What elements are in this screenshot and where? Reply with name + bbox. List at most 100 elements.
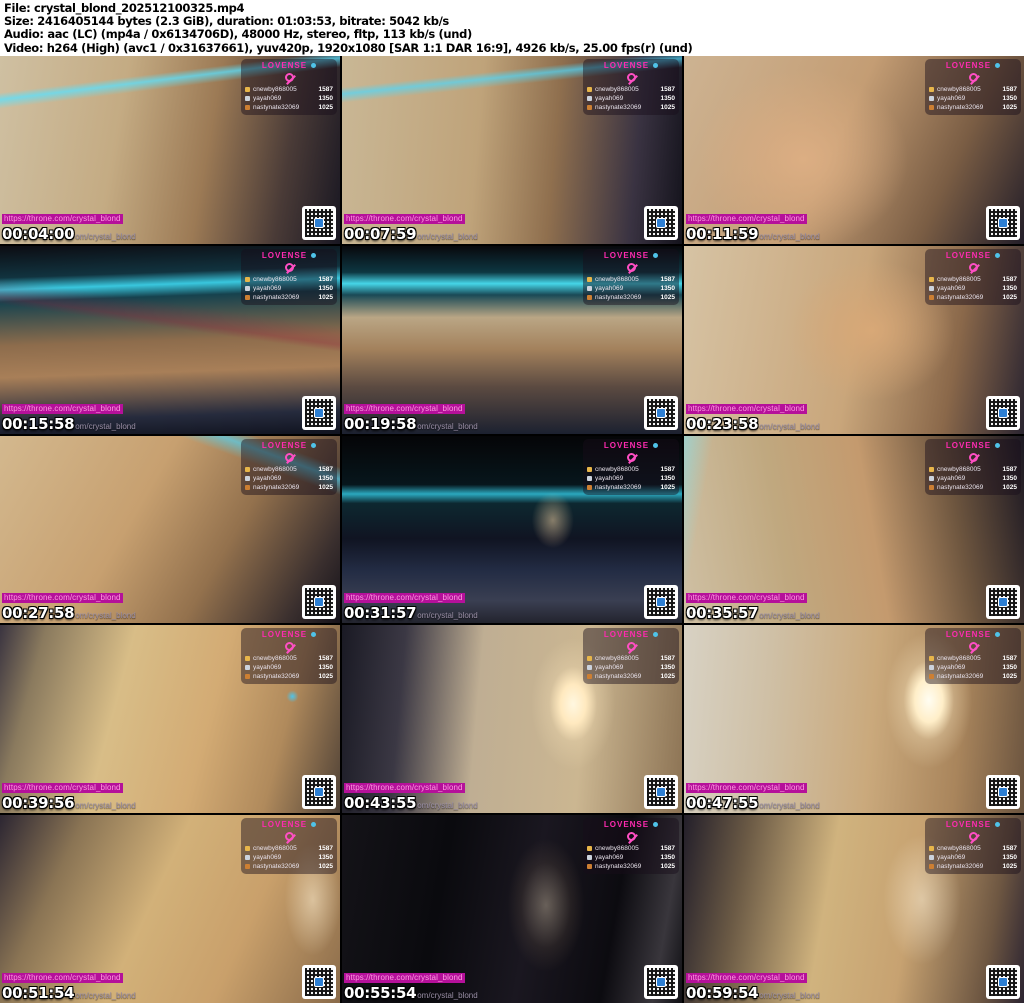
watermark-url: https://throne.com/crystal_blond [686, 593, 807, 604]
tip-amount: 1587 [318, 465, 333, 473]
tip-amount: 1350 [660, 284, 675, 292]
leaderboard-entry: yayah069 1350 [929, 285, 1017, 292]
tipper-name: cnewby868005 [595, 275, 639, 283]
qr-code [986, 395, 1020, 430]
tip-amount: 1587 [1002, 465, 1017, 473]
watermark-partial: om/crystal_blond [75, 991, 136, 1000]
no-sign-icon [968, 452, 978, 462]
tip-amount: 1025 [318, 863, 333, 871]
watermark-partial: om/crystal_blond [417, 421, 478, 431]
qr-code [986, 965, 1020, 999]
frame-timestamp: 00:23:58 [686, 414, 759, 433]
qr-code [644, 585, 678, 620]
watermark-url: https://throne.com/crystal_blond [686, 783, 807, 794]
leaderboard-entry: nastynate32069 1025 [929, 104, 1017, 111]
tipper-name: nastynate32069 [253, 863, 300, 871]
leaderboard-entry: cnewby868005 1587 [587, 655, 675, 662]
tip-amount: 1025 [1002, 673, 1017, 681]
frame-timestamp: 00:31:57 [344, 604, 417, 623]
tip-amount: 1025 [1002, 863, 1017, 871]
tip-amount: 1350 [1002, 854, 1017, 862]
qr-center-logo-icon [998, 407, 1008, 418]
tip-leaderboard: cnewby868005 1587 yayah069 1350 nastynate320… [245, 466, 333, 491]
frame-timestamp: 00:51:54 [2, 984, 75, 1002]
watermark-block: https://throne.com/crystal_blond 00:31:5… [344, 585, 478, 622]
trophy-icon [245, 87, 250, 92]
leaderboard-entry: cnewby868005 1587 [929, 655, 1017, 662]
frame-timestamp: 00:47:55 [686, 794, 759, 813]
qr-center-logo-icon [998, 787, 1008, 798]
watermark-block: https://throne.com/crystal_blond 00:35:5… [686, 585, 820, 622]
tipper-name: nastynate32069 [595, 293, 642, 301]
lovense-logo: LOVENSE [603, 630, 650, 640]
leaderboard-entry: yayah069 1350 [929, 664, 1017, 671]
lovense-logo: LOVENSE [603, 250, 650, 260]
tipper-name: nastynate32069 [253, 483, 300, 491]
lovense-overlay: LOVENSE cnewby868005 1587 yayah069 1350 nast… [241, 818, 337, 875]
trophy-icon [245, 665, 250, 671]
trophy-icon [245, 855, 250, 861]
tip-amount: 1587 [318, 655, 333, 663]
lovense-overlay: LOVENSE cnewby868005 1587 yayah069 1350 nast… [241, 438, 337, 495]
lovense-overlay: LOVENSE cnewby868005 1587 yayah069 1350 nast… [241, 628, 337, 685]
trophy-icon [587, 864, 592, 870]
tipper-name: yayah069 [937, 474, 966, 482]
watermark-partial: om/crystal_blond [75, 231, 136, 241]
lovense-overlay: LOVENSE cnewby868005 1587 yayah069 1350 nast… [583, 248, 679, 305]
lovense-overlay: LOVENSE cnewby868005 1587 yayah069 1350 nast… [925, 59, 1021, 115]
no-sign-icon [626, 262, 636, 272]
tip-amount: 1350 [318, 284, 333, 292]
video-thumbnail: LOVENSE cnewby868005 1587 yayah069 1350 nast… [684, 625, 1024, 814]
leaderboard-entry: nastynate32069 1025 [245, 104, 333, 111]
leaderboard-entry: nastynate32069 1025 [587, 294, 675, 301]
tipper-name: yayah069 [595, 854, 624, 862]
lovense-logo: LOVENSE [603, 820, 650, 830]
tipper-name: yayah069 [253, 854, 282, 862]
trophy-icon [587, 105, 592, 110]
video-thumbnail: LOVENSE cnewby868005 1587 yayah069 1350 nast… [342, 625, 682, 814]
tip-amount: 1587 [660, 275, 675, 283]
tip-amount: 1350 [318, 95, 333, 102]
frame-timestamp: 00:43:55 [344, 794, 417, 813]
qr-center-logo-icon [314, 217, 324, 228]
video-thumbnail: LOVENSE cnewby868005 1587 yayah069 1350 nast… [0, 245, 340, 434]
qr-code [302, 775, 336, 810]
tip-leaderboard: cnewby868005 1587 yayah069 1350 nastynate320… [587, 655, 675, 680]
watermark-partial: om/crystal_blond [759, 231, 820, 241]
video-thumbnail: LOVENSE cnewby868005 1587 yayah069 1350 nast… [0, 625, 340, 814]
lovense-overlay: LOVENSE cnewby868005 1587 yayah069 1350 nast… [925, 248, 1021, 305]
watermark-block: https://throne.com/crystal_blond 00:59:5… [686, 965, 820, 1002]
qr-code [302, 205, 336, 240]
qr-code [644, 965, 678, 999]
trophy-icon [587, 475, 592, 481]
tipper-name: nastynate32069 [595, 863, 642, 871]
frame-timestamp: 00:27:58 [2, 604, 75, 623]
tip-leaderboard: cnewby868005 1587 yayah069 1350 nastynate320… [929, 466, 1017, 491]
watermark-partial: om/crystal_blond [759, 801, 820, 811]
trophy-icon [929, 276, 934, 282]
qr-code [986, 585, 1020, 620]
watermark-url: https://throne.com/crystal_blond [2, 973, 123, 983]
leaderboard-entry: cnewby868005 1587 [929, 276, 1017, 283]
tip-amount: 1025 [660, 104, 675, 111]
trophy-icon [929, 855, 934, 861]
frame-timestamp: 00:19:58 [344, 414, 417, 433]
tip-amount: 1025 [660, 863, 675, 871]
leaderboard-entry: nastynate32069 1025 [929, 294, 1017, 301]
tipper-name: yayah069 [595, 284, 624, 292]
tip-leaderboard: cnewby868005 1587 yayah069 1350 nastynate320… [245, 86, 333, 111]
tip-amount: 1350 [660, 664, 675, 672]
lovense-logo: LOVENSE [603, 440, 650, 450]
trophy-icon [587, 484, 592, 490]
trophy-icon [587, 846, 592, 852]
watermark-block: https://throne.com/crystal_blond 00:47:5… [686, 775, 820, 812]
no-sign-icon [626, 642, 636, 652]
leaderboard-entry: nastynate32069 1025 [245, 294, 333, 301]
frame-timestamp: 00:35:57 [686, 604, 759, 623]
tip-amount: 1025 [318, 483, 333, 491]
lovense-logo: LOVENSE [945, 440, 992, 450]
tip-amount: 1587 [1002, 275, 1017, 283]
thumbnail-grid: LOVENSE cnewby868005 1587 yayah069 1350 nast… [0, 56, 1024, 1003]
watermark-url: https://throne.com/crystal_blond [686, 973, 807, 983]
qr-center-logo-icon [656, 407, 666, 418]
